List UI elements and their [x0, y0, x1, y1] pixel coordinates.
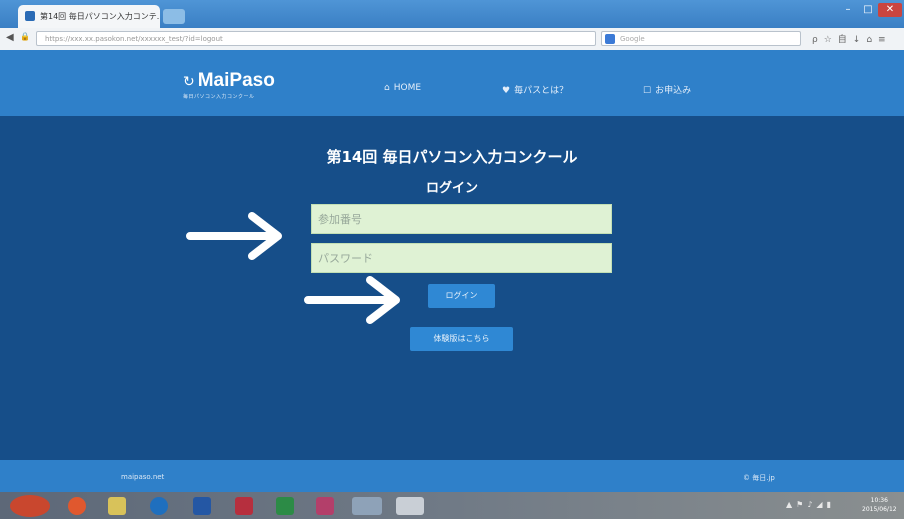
search-bar[interactable]: Google — [601, 31, 801, 46]
home-icon: ⌂ — [384, 83, 390, 93]
maximize-button[interactable]: □ — [858, 3, 878, 17]
site-logo[interactable]: ↻ MaiPaso 毎日パソコン入力コンクール — [183, 70, 275, 100]
address-bar[interactable]: https://xxx.xx.pasokon.net/xxxxxx_test/?… — [36, 31, 596, 46]
password-field[interactable] — [311, 243, 612, 273]
footer-site[interactable]: maipaso.net — [121, 473, 164, 481]
form-icon: ☐ — [643, 86, 652, 96]
hp-icon[interactable] — [150, 497, 168, 515]
browser-icon[interactable] — [396, 497, 424, 515]
clock[interactable]: 10:36 2015/06/12 — [862, 496, 897, 514]
browser-tab[interactable]: 第14回 毎日パソコン入力コンテ... — [18, 5, 160, 28]
trial-button[interactable]: 体験版はこちら — [410, 327, 513, 351]
excel-icon[interactable] — [276, 497, 294, 515]
minimize-button[interactable]: – — [838, 3, 858, 17]
app-icon[interactable] — [352, 497, 382, 515]
firefox-icon[interactable] — [68, 497, 86, 515]
participant-number-field[interactable] — [311, 204, 612, 234]
toolbar-icons[interactable]: ρ☆自↓⌂≡ — [812, 32, 892, 45]
search-engine-icon — [605, 34, 615, 44]
login-button[interactable]: ログイン — [428, 284, 495, 308]
site-footer: maipaso.net © 毎日.jp — [0, 460, 904, 492]
folder-icon[interactable] — [108, 497, 126, 515]
nav-about[interactable]: ♥ 毎パスとは？ — [502, 83, 568, 96]
nav-about-label: 毎パスとは？ — [514, 86, 569, 96]
page-subtitle: ログイン — [425, 181, 478, 196]
taskbar: ▲⚑♪◢▮ 10:36 2015/06/12 — [0, 492, 904, 519]
footer-copyright: © 毎日.jp — [743, 474, 775, 482]
nav-home-label: HOME — [393, 83, 422, 93]
site-header: ↻ MaiPaso 毎日パソコン入力コンクール ⌂ HOME ♥ 毎パスとは？ ☐ お申… — [0, 50, 904, 116]
nav-home[interactable]: ⌂ HOME — [384, 83, 421, 93]
arrow-right-icon — [186, 212, 282, 260]
browser-titlebar: 第14回 毎日パソコン入力コンテ... – □ ✕ — [0, 0, 904, 28]
system-tray-icons[interactable]: ▲⚑♪◢▮ — [786, 500, 835, 509]
back-button[interactable]: ◀ — [6, 32, 14, 43]
app-icon[interactable] — [316, 497, 334, 515]
tab-favicon-icon — [25, 11, 35, 21]
start-button[interactable] — [10, 495, 50, 517]
login-section: 第14回 毎日パソコン入力コンクール ログイン ログイン 体験版はこちら — [0, 116, 904, 460]
arrow-right-icon — [304, 276, 400, 324]
logo-tagline: 毎日パソコン入力コンクール — [183, 94, 255, 100]
logo-icon: ↻ — [183, 74, 195, 90]
app-icon[interactable] — [193, 497, 211, 515]
new-tab-button[interactable] — [163, 9, 185, 24]
close-button[interactable]: ✕ — [878, 3, 902, 17]
nav-apply-label: お申込み — [655, 86, 692, 96]
screen: 第14回 毎日パソコン入力コンテ... – □ ✕ ◀ 🔒 https://xx… — [0, 0, 904, 519]
browser-navbar: ◀ 🔒 https://xxx.xx.pasokon.net/xxxxxx_te… — [0, 28, 904, 51]
tab-title: 第14回 毎日パソコン入力コンテ... — [40, 12, 160, 21]
nav-apply[interactable]: ☐ お申込み — [643, 83, 691, 96]
clock-date: 2015/06/12 — [862, 506, 897, 513]
clock-time: 10:36 — [870, 497, 888, 504]
heart-icon: ♥ — [502, 86, 511, 96]
page-title: 第14回 毎日パソコン入力コンクール — [326, 148, 578, 166]
search-placeholder: Google — [620, 35, 645, 43]
pdf-icon[interactable] — [235, 497, 253, 515]
logo-name: MaiPaso — [197, 70, 275, 91]
lock-icon: 🔒 — [20, 32, 30, 41]
